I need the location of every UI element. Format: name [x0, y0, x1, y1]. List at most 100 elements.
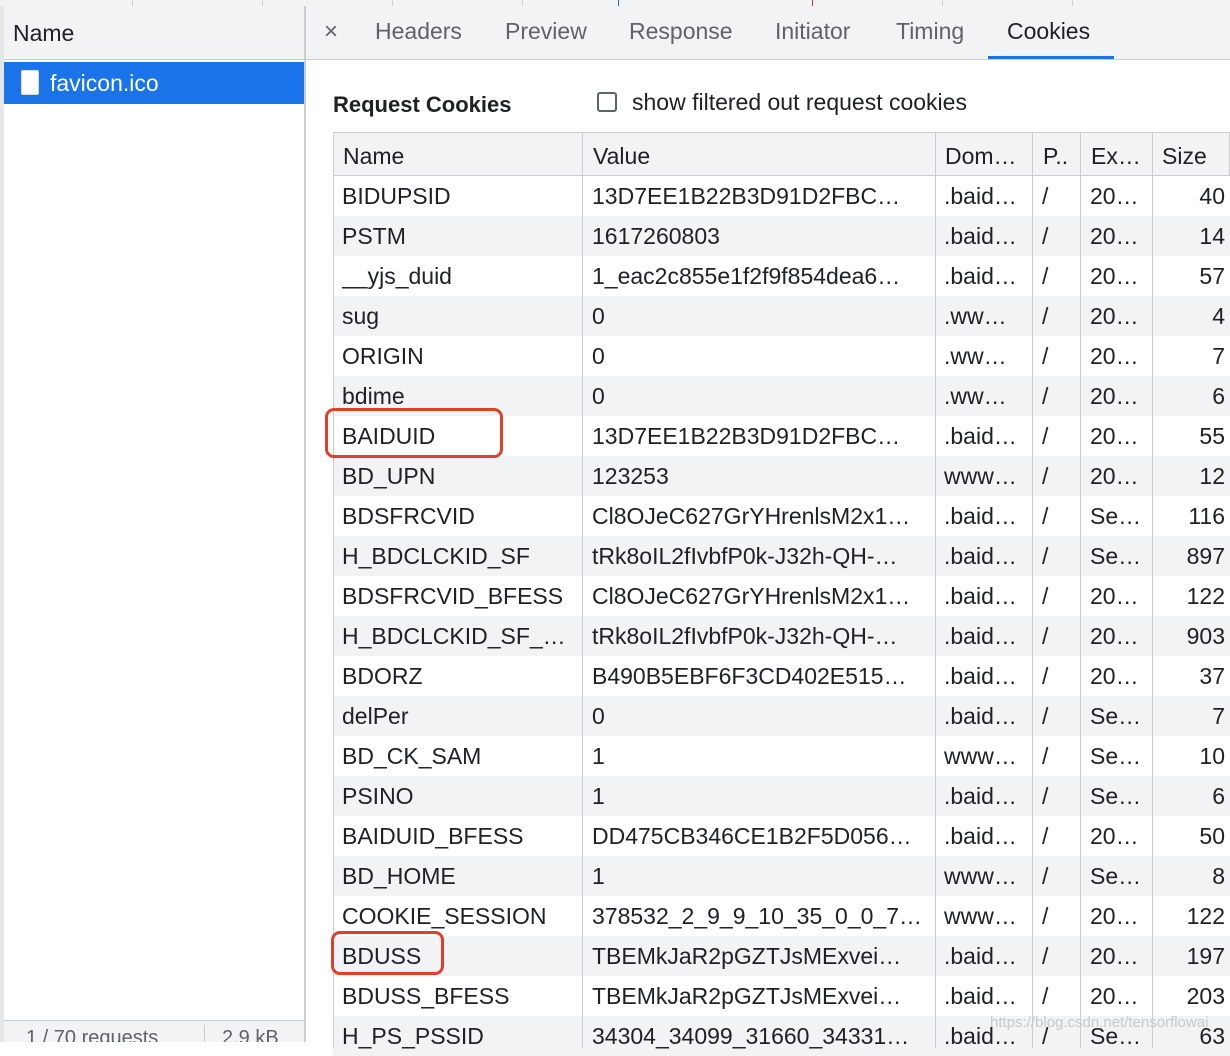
- table-row[interactable]: COOKIE_SESSION 378532_2_9_9_10_35_0_0_7… w…: [333, 896, 1230, 936]
- tab-headers[interactable]: Headers: [375, 18, 462, 45]
- cell-domain: www…: [944, 863, 1017, 889]
- table-row[interactable]: BAIDUID_BFESS DD475CB346CE1B2F5D056… .baid…: [333, 816, 1230, 856]
- table-row[interactable]: BDORZ B490B5EBF6F3CD402E515… .baid… / 20… 37: [333, 656, 1230, 696]
- close-icon[interactable]: ×: [324, 18, 338, 46]
- cell-size: 197: [1186, 943, 1225, 969]
- request-file-name: favicon.ico: [50, 70, 159, 96]
- cell-domain: .baid…: [944, 983, 1017, 1009]
- cell-path: /: [1042, 823, 1049, 849]
- tab-timing[interactable]: Timing: [896, 18, 964, 45]
- column-divider: [582, 132, 583, 1048]
- cell-expires: Se…: [1090, 703, 1142, 729]
- cell-size: 122: [1186, 583, 1225, 609]
- cell-domain: .ww…: [944, 343, 1007, 369]
- column-header-path[interactable]: P..: [1043, 143, 1068, 170]
- table-row[interactable]: H_BDCLCKID_SF tRk8oIL2fIvbfP0k-J32h-QH-….…: [333, 536, 1230, 576]
- table-row[interactable]: PSINO 1 .baid… / Se… 6: [333, 776, 1230, 816]
- cell-value: B490B5EBF6F3CD402E515…: [592, 663, 907, 689]
- cell-size: 37: [1199, 663, 1225, 689]
- column-header-name: Name: [13, 20, 75, 46]
- highlight-bduss: [331, 931, 444, 975]
- column-header-domain[interactable]: Dom…: [945, 143, 1017, 170]
- column-divider: [1152, 132, 1153, 1048]
- cell-size: 897: [1186, 543, 1225, 569]
- cell-value: 0: [592, 383, 605, 409]
- cell-value: 378532_2_9_9_10_35_0_0_7…: [592, 903, 922, 929]
- column-divider: [1080, 132, 1081, 1048]
- panel-gutter: [0, 6, 4, 1042]
- table-row[interactable]: H_BDCLCKID_SF_… tRk8oIL2fIvbfP0k-J32h-QH-…: [333, 616, 1230, 656]
- column-header-name[interactable]: Name: [343, 143, 404, 170]
- cell-name: BIDUPSID: [342, 183, 451, 209]
- status-requests: 1 / 70 requests: [26, 1027, 159, 1042]
- column-header-size[interactable]: Size: [1162, 143, 1207, 170]
- cell-size: 6: [1212, 783, 1225, 809]
- table-header: Name Value Dom… P.. Ex… Size: [333, 132, 1230, 176]
- cell-expires: 20…: [1090, 463, 1139, 489]
- cell-domain: .baid…: [944, 183, 1017, 209]
- cell-path: /: [1042, 583, 1049, 609]
- cell-domain: .ww…: [944, 303, 1007, 329]
- cell-expires: 20…: [1090, 343, 1139, 369]
- tab-cookies[interactable]: Cookies: [1007, 18, 1090, 45]
- table-row[interactable]: BD_UPN 123253 www… / 20… 12: [333, 456, 1230, 496]
- cell-value: 1_eac2c855e1f2f9f854dea6…: [592, 263, 901, 289]
- watermark: https://blog.csdn.net/tensorflowai: [990, 1014, 1209, 1031]
- table-row[interactable]: BDSFRCVID Cl8OJeC627GrYHrenlsM2x1… .baid… /…: [333, 496, 1230, 536]
- request-list-header[interactable]: Name: [4, 6, 304, 60]
- column-header-value[interactable]: Value: [593, 143, 650, 170]
- cell-domain: .baid…: [944, 823, 1017, 849]
- table-row[interactable]: BDUSS_BFESS TBEMkJaR2pGZTJsMExvei… .baid… /…: [333, 976, 1230, 1016]
- cell-domain: .baid…: [944, 543, 1017, 569]
- table-row[interactable]: sug 0 .ww… / 20… 4: [333, 296, 1230, 336]
- table-row[interactable]: __yjs_duid 1_eac2c855e1f2f9f854dea6… .baid…: [333, 256, 1230, 296]
- tab-preview[interactable]: Preview: [505, 18, 587, 45]
- show-filtered-cookies-checkbox[interactable]: [597, 92, 617, 112]
- table-row[interactable]: BIDUPSID 13D7EE1B22B3D91D2FBC… .baid… / 20… 4…: [333, 176, 1230, 216]
- column-header-expires[interactable]: Ex…: [1091, 143, 1141, 170]
- cell-expires: 20…: [1090, 823, 1139, 849]
- cell-expires: 20…: [1090, 303, 1139, 329]
- cell-size: 40: [1199, 183, 1225, 209]
- cell-value: 34304_34099_31660_34331…: [592, 1023, 910, 1049]
- request-row-selected[interactable]: favicon.ico: [4, 62, 304, 104]
- cell-value: TBEMkJaR2pGZTJsMExvei…: [592, 943, 902, 969]
- table-row[interactable]: BDUSS TBEMkJaR2pGZTJsMExvei… .baid…/20… 197: [333, 936, 1230, 976]
- cell-value: 1617260803: [592, 223, 720, 249]
- cell-name: BDSFRCVID: [342, 503, 475, 529]
- status-bar: 1 / 70 requests 2.9 kB: [4, 1020, 304, 1042]
- cell-name: BD_HOME: [342, 863, 456, 889]
- cell-path: /: [1042, 903, 1049, 929]
- cell-expires: 20…: [1090, 423, 1139, 449]
- table-row[interactable]: PSTM 1617260803 .baid… / 20… 14: [333, 216, 1230, 256]
- cell-size: 7: [1212, 343, 1225, 369]
- column-divider: [1032, 132, 1033, 1048]
- table-row[interactable]: BD_HOME 1 www… / Se… 8: [333, 856, 1230, 896]
- cell-path: /: [1042, 183, 1049, 209]
- file-icon: [21, 70, 39, 95]
- cell-size: 7: [1212, 703, 1225, 729]
- cell-expires: Se…: [1090, 503, 1142, 529]
- details-tabbar: × Headers Preview Response Initiator Tim…: [306, 6, 1230, 60]
- cell-domain: .baid…: [944, 783, 1017, 809]
- highlight-baiduid: [325, 408, 503, 458]
- cell-size: 8: [1212, 863, 1225, 889]
- cell-name: BD_UPN: [342, 463, 436, 489]
- tab-initiator[interactable]: Initiator: [775, 18, 850, 45]
- cell-path: /: [1042, 343, 1049, 369]
- cell-value: Cl8OJeC627GrYHrenlsM2x1…: [592, 583, 911, 609]
- cell-domain: .baid…: [944, 223, 1017, 249]
- cell-expires: 20…: [1090, 383, 1139, 409]
- cell-name: COOKIE_SESSION: [342, 903, 547, 929]
- cell-expires: 20…: [1090, 263, 1139, 289]
- table-row[interactable]: delPer 0 .baid… / Se… 7: [333, 696, 1230, 736]
- table-row[interactable]: ORIGIN 0 .ww… / 20… 7: [333, 336, 1230, 376]
- cell-domain: www…: [944, 463, 1017, 489]
- tab-response[interactable]: Response: [629, 18, 733, 45]
- table-row[interactable]: BDSFRCVID_BFESS Cl8OJeC627GrYHrenlsM2x1….…: [333, 576, 1230, 616]
- table-row[interactable]: BD_CK_SAM 1 www… / Se… 10: [333, 736, 1230, 776]
- cell-path: /: [1042, 303, 1049, 329]
- cell-name: H_BDCLCKID_SF: [342, 543, 530, 569]
- cell-name: __yjs_duid: [342, 263, 452, 289]
- cell-expires: 20…: [1090, 183, 1139, 209]
